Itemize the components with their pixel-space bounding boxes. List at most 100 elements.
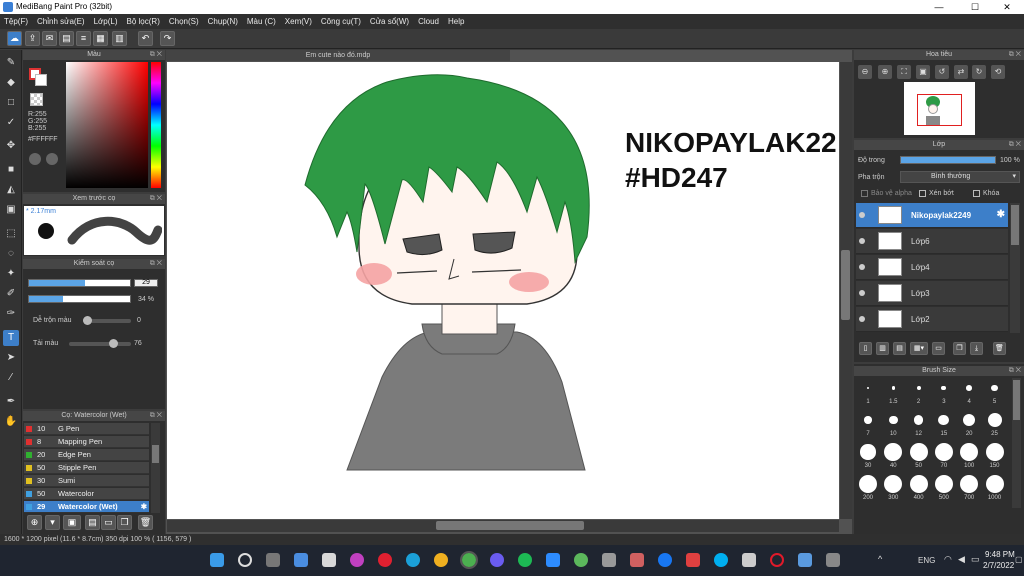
brush-size-dot[interactable] xyxy=(884,443,903,461)
brush-size-dot[interactable] xyxy=(891,386,895,390)
maximize-button[interactable]: ☐ xyxy=(958,0,992,14)
app-icon[interactable] xyxy=(686,553,700,567)
bucket-tool-icon[interactable]: ◭ xyxy=(3,182,19,198)
brush-size-dot[interactable] xyxy=(909,475,928,493)
actual-size-icon[interactable]: ▣ xyxy=(916,65,930,79)
brush-size-dot[interactable] xyxy=(941,385,947,391)
duplicate-layer-icon[interactable]: ❐ xyxy=(953,342,966,355)
zoom-icon[interactable] xyxy=(546,553,560,567)
select-eraser-icon[interactable]: ✑ xyxy=(3,306,19,322)
app-icon[interactable] xyxy=(574,553,588,567)
clipping-checkbox[interactable] xyxy=(919,190,926,197)
panel-options-icon[interactable]: ⧉ ✕ xyxy=(150,411,162,421)
layer-blend-select[interactable]: Bình thường ▾ xyxy=(900,171,1020,183)
volume-icon[interactable]: ◀ xyxy=(958,554,965,565)
eye-icon[interactable] xyxy=(859,212,865,218)
medibang-icon[interactable] xyxy=(460,551,478,569)
close-button[interactable]: ✕ xyxy=(990,0,1024,14)
magic-wand-icon[interactable]: ✦ xyxy=(3,266,19,282)
brush-list-item[interactable]: 10 G Pen xyxy=(24,423,149,435)
paint-amount-slider[interactable] xyxy=(69,339,131,348)
app-icon[interactable] xyxy=(630,553,644,567)
app-icon[interactable] xyxy=(602,553,616,567)
panel-options-icon[interactable]: ⧉ ✕ xyxy=(150,50,162,60)
brush-copy-icon[interactable]: ❐ xyxy=(117,515,132,530)
brush-opacity-bar[interactable] xyxy=(28,295,131,303)
language-indicator[interactable]: ENG xyxy=(918,556,935,565)
hue-slider[interactable] xyxy=(151,62,161,188)
share-icon[interactable]: ⇪ xyxy=(25,31,40,46)
lock-checkbox[interactable] xyxy=(973,190,980,197)
menu-view[interactable]: Xem(V) xyxy=(285,17,312,26)
brush-delete-icon[interactable]: 🗑 xyxy=(138,515,153,530)
navigator-view-rect[interactable] xyxy=(917,94,962,126)
saturation-value-picker[interactable] xyxy=(66,62,148,188)
select-brush-icon[interactable]: ✐ xyxy=(3,286,19,302)
marquee-tool-icon[interactable]: ⬚ xyxy=(3,226,19,242)
brush-size-dot[interactable] xyxy=(960,443,979,461)
zoom-in-icon[interactable]: ⊕ xyxy=(878,65,892,79)
pen-tool-icon[interactable]: ✒ xyxy=(3,394,19,410)
transparent-swatch[interactable] xyxy=(30,93,43,106)
blend-slider[interactable] xyxy=(83,316,131,325)
brush-size-scroll-thumb[interactable] xyxy=(1013,380,1020,420)
eye-icon[interactable] xyxy=(859,238,865,244)
menu-help[interactable]: Help xyxy=(448,17,464,26)
document-tab[interactable]: Em cute nào đó.mdp xyxy=(166,50,510,61)
edge-icon[interactable] xyxy=(406,553,420,567)
layer-opacity-bar[interactable] xyxy=(900,156,996,164)
color-wheel-icon[interactable] xyxy=(46,153,58,165)
redo-icon[interactable]: ↷ xyxy=(160,31,175,46)
brush-list-scroll-thumb[interactable] xyxy=(152,445,159,463)
note-icon[interactable]: ▤ xyxy=(59,31,74,46)
brush-tool-icon[interactable]: ✎ xyxy=(3,55,19,71)
menu-tools[interactable]: Công cụ(T) xyxy=(321,17,361,26)
move-tool-icon[interactable]: ✥ xyxy=(3,138,19,154)
menu-color[interactable]: Màu (C) xyxy=(247,17,276,26)
comment-icon[interactable]: ✉ xyxy=(42,31,57,46)
reset-view-icon[interactable]: ⟲ xyxy=(991,65,1005,79)
brush-size-bar[interactable] xyxy=(28,279,131,287)
gear-icon[interactable]: ✱ xyxy=(141,501,147,513)
brush-doc-icon[interactable]: ▤ xyxy=(85,515,100,530)
dot-tool-icon[interactable]: □ xyxy=(3,95,19,111)
undo-icon[interactable]: ↶ xyxy=(138,31,153,46)
layer-scroll-thumb[interactable] xyxy=(1011,205,1019,245)
gradient-tool-icon[interactable]: ▣ xyxy=(3,202,19,218)
panel-options-icon[interactable]: ⧉ ✕ xyxy=(150,259,162,269)
blend-knob[interactable] xyxy=(83,316,92,325)
hand-tool-icon[interactable]: ✋ xyxy=(3,414,19,430)
brush-size-dot[interactable] xyxy=(962,413,976,427)
brush-menu-icon[interactable]: ▾ xyxy=(45,515,60,530)
clock-time[interactable]: 9:48 PM xyxy=(985,550,1015,559)
brush-size-dot[interactable] xyxy=(859,475,877,493)
pinterest-icon[interactable] xyxy=(378,553,392,567)
app-icon[interactable] xyxy=(798,553,812,567)
skype-icon[interactable] xyxy=(714,553,728,567)
grid-icon[interactable]: ▦ xyxy=(93,31,108,46)
messenger-icon[interactable] xyxy=(490,553,504,567)
layer-folder-icon[interactable]: ▭ xyxy=(932,342,945,355)
flip-icon[interactable]: ⇄ xyxy=(954,65,968,79)
eyedropper-tool-icon[interactable]: ⁄ xyxy=(3,370,19,386)
app-icon[interactable] xyxy=(322,553,336,567)
brush-size-dot[interactable] xyxy=(934,475,953,493)
cloud-icon[interactable]: ☁ xyxy=(7,31,22,46)
brush-list-item[interactable]: 8 Mapping Pen xyxy=(24,436,149,448)
rotate-left-icon[interactable]: ↺ xyxy=(935,65,949,79)
panel-options-icon[interactable]: ⧉ ✕ xyxy=(1009,366,1021,376)
brush-size-dot[interactable] xyxy=(966,385,972,391)
select-pen-icon[interactable]: ✓ xyxy=(3,115,19,131)
brush-size-dot[interactable] xyxy=(884,475,903,493)
brush-size-dot[interactable] xyxy=(909,443,928,461)
new-halftone-layer-icon[interactable]: ▥ xyxy=(876,342,889,355)
brush-list-item[interactable]: 50 Watercolor xyxy=(24,488,149,500)
drawing-canvas[interactable]: NIKOPAYLAK22 #HD247 xyxy=(167,62,839,519)
widgets-icon[interactable] xyxy=(294,553,308,567)
list-icon[interactable]: ≡ xyxy=(76,31,91,46)
search-icon[interactable] xyxy=(238,553,252,567)
menu-cloud[interactable]: Cloud xyxy=(418,17,439,26)
panel-options-icon[interactable]: ⧉ ✕ xyxy=(150,194,162,204)
menu-filter[interactable]: Bộ lọc(R) xyxy=(127,17,160,26)
add-brush-icon[interactable]: ⊕ xyxy=(27,515,42,530)
